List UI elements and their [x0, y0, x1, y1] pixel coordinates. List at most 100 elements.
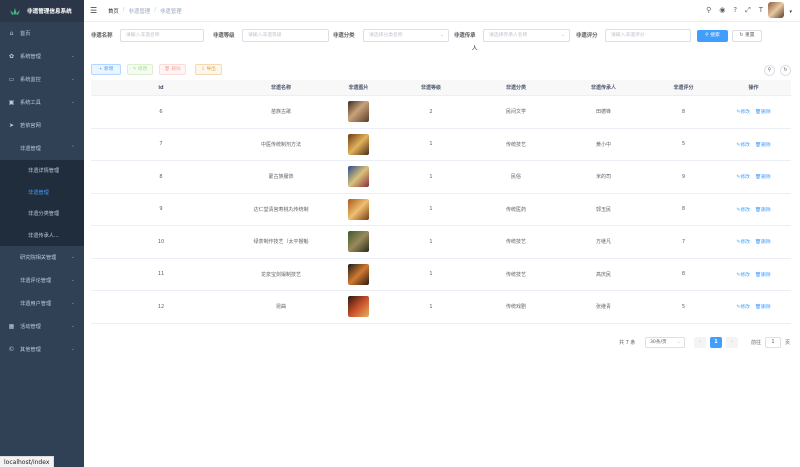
sidebar-subitem-category[interactable]: 非遗分类管理	[0, 203, 84, 225]
sidebar-item-users[interactable]: 非遗用户管理 ⌄	[0, 292, 84, 315]
sidebar-item-label: 研究院相关管理	[20, 255, 57, 261]
cell-id: 9	[159, 206, 163, 213]
sidebar-item-comments[interactable]: 非遗评论管理 ⌄	[0, 269, 84, 292]
row-edit-link[interactable]: ✎修改	[736, 141, 750, 148]
edit-button[interactable]: ✎ 修改	[127, 64, 153, 75]
font-size-icon[interactable]: T	[759, 6, 763, 15]
github-icon[interactable]: ◉	[719, 6, 725, 15]
row-delete-label: 删除	[761, 240, 771, 246]
page-size-select[interactable]: 30条/页 ⌄	[645, 337, 685, 348]
row-delete-link[interactable]: 🗑删除	[755, 303, 771, 310]
reset-button[interactable]: ↻ 重置	[732, 30, 762, 42]
chevron-down-icon: ⌄	[70, 277, 75, 283]
delete-button[interactable]: 🗑 删除	[159, 64, 186, 75]
row-edit-link[interactable]: ✎修改	[736, 108, 750, 115]
name-input[interactable]: 请输入非遗名称	[120, 29, 204, 42]
sidebar-item-system[interactable]: ✿ 系统管理 ⌄	[0, 45, 84, 68]
sidebar-item-other[interactable]: © 其他管理 ⌄	[0, 338, 84, 361]
heritage-image[interactable]	[348, 101, 369, 123]
goto-page-input[interactable]: 1	[765, 337, 781, 348]
sidebar-item-tools[interactable]: ▣ 系统工具 ⌄	[0, 91, 84, 114]
add-button[interactable]: + 新增	[91, 64, 121, 75]
sidebar-item-home[interactable]: ⌂ 首页	[0, 22, 84, 45]
row-edit-link[interactable]: ✎修改	[736, 206, 750, 213]
caret-down-icon[interactable]: ▾	[789, 9, 792, 15]
cell-category: 传统技艺	[505, 271, 526, 278]
cell-actions: ✎修改 🗑删除	[716, 238, 791, 245]
page-size-value: 30条/页	[650, 340, 667, 345]
row-edit-label: 修改	[740, 272, 750, 278]
heritage-submenu: 非遗详情管理 非遗管理 非遗分类管理 非遗传承人...	[0, 160, 84, 246]
sidebar-subitem-inheritor[interactable]: 非遗传承人...	[0, 225, 84, 247]
column-header: id	[158, 84, 164, 91]
cell-rating: 5	[681, 303, 686, 310]
sidebar-item-institute[interactable]: 研究院相关管理 ⌄	[0, 246, 84, 269]
fullscreen-icon[interactable]: ⤢	[745, 6, 751, 15]
breadcrumb-home[interactable]: 首页	[108, 7, 119, 15]
table-row: 9 达仁堂清宫寿桃丸传统制 1 传统医药 郭玉民 8 ✎修改 🗑删除	[91, 194, 791, 226]
row-edit-label: 修改	[740, 240, 750, 246]
rating-input[interactable]: 请输入非遗评分	[605, 29, 691, 42]
search-button-label: 搜索	[710, 33, 720, 38]
row-edit-link[interactable]: ✎修改	[736, 303, 750, 310]
export-button[interactable]: ⇩ 导出	[195, 64, 222, 75]
toggle-search-button[interactable]: ⚲	[764, 65, 775, 76]
cell-image	[331, 231, 386, 253]
row-edit-link[interactable]: ✎修改	[736, 238, 750, 245]
column-header: 非遗图片	[348, 85, 369, 91]
heritage-image[interactable]	[348, 133, 369, 155]
row-delete-link[interactable]: 🗑删除	[755, 271, 771, 278]
row-edit-link[interactable]: ✎修改	[736, 173, 750, 180]
table-header: id 非遗名称 非遗图片 非遗等级 非遗分类 非遗传承人 非遗评分 操作	[91, 80, 791, 96]
heritage-image[interactable]	[348, 166, 369, 188]
row-delete-link[interactable]: 🗑删除	[755, 108, 771, 115]
search-button[interactable]: ⚲ 搜索	[697, 30, 728, 42]
sidebar-item-heritage[interactable]: 非遗管理 ⌃	[0, 137, 84, 160]
inheritor-select[interactable]: 请选择传承人名称 ⌄	[483, 29, 570, 42]
table-row: 8 蒙古族服饰 1 民俗 米的司 9 ✎修改 🗑删除	[91, 161, 791, 194]
row-delete-link[interactable]: 🗑删除	[755, 206, 771, 213]
next-page-button[interactable]: ›	[726, 337, 738, 348]
category-select[interactable]: 请选择分类名称 ⌄	[363, 29, 449, 42]
logo[interactable]: 非遗管理信息系统	[0, 0, 84, 22]
row-edit-label: 修改	[740, 142, 750, 148]
cell-id: 7	[159, 141, 163, 148]
cell-rating: 8	[681, 108, 686, 115]
heritage-image[interactable]	[348, 198, 369, 220]
sidebar-subitem-detail[interactable]: 非遗详情管理	[0, 160, 84, 182]
page-number[interactable]: 1	[710, 337, 722, 348]
sidebar-item-monitor[interactable]: ▭ 系统监控 ⌄	[0, 68, 84, 91]
heritage-image[interactable]	[348, 296, 369, 318]
sidebar-item-website[interactable]: ➤ 若依官网	[0, 114, 84, 137]
heritage-image[interactable]	[348, 231, 369, 253]
row-edit-link[interactable]: ✎修改	[736, 271, 750, 278]
row-delete-link[interactable]: 🗑删除	[755, 173, 771, 180]
export-button-label: 导出	[206, 67, 216, 72]
cell-image	[331, 166, 386, 188]
row-delete-label: 删除	[761, 142, 771, 148]
row-delete-link[interactable]: 🗑删除	[755, 141, 771, 148]
cell-category: 传统医药	[505, 206, 526, 213]
level-input[interactable]: 请输入非遗等级	[242, 29, 329, 42]
cell-name: 龙泉宝剑锻制技艺	[260, 271, 301, 278]
table-row: 7 中医传统制剂方法 1 传统技艺 黄小中 5 ✎修改 🗑删除	[91, 129, 791, 161]
column-header: 非遗名称	[270, 85, 291, 91]
sidebar-item-activity[interactable]: ▦ 活动管理 ⌄	[0, 315, 84, 338]
row-edit-label: 修改	[740, 305, 750, 311]
search-icon[interactable]: ⚲	[706, 6, 711, 15]
row-delete-link[interactable]: 🗑删除	[755, 238, 771, 245]
cell-level: 1	[429, 238, 433, 245]
cell-name: 绿茶制作技艺（太平猴魁	[253, 239, 309, 246]
sidebar-subitem-heritage[interactable]: 非遗管理	[0, 182, 84, 204]
chevron-down-icon: ⌄	[70, 346, 75, 352]
heritage-image[interactable]	[348, 263, 369, 285]
page-unit-label: 页	[785, 340, 791, 346]
cell-id: 10	[157, 238, 165, 245]
refresh-button[interactable]: ↻	[780, 65, 791, 76]
help-icon[interactable]: ?	[733, 6, 737, 15]
prev-page-button[interactable]: ‹	[694, 337, 706, 348]
avatar[interactable]	[768, 2, 784, 18]
cell-rating: 5	[681, 141, 686, 148]
hamburger-icon[interactable]: ☰	[90, 6, 97, 15]
cell-name: 蒙古族服饰	[268, 174, 294, 181]
